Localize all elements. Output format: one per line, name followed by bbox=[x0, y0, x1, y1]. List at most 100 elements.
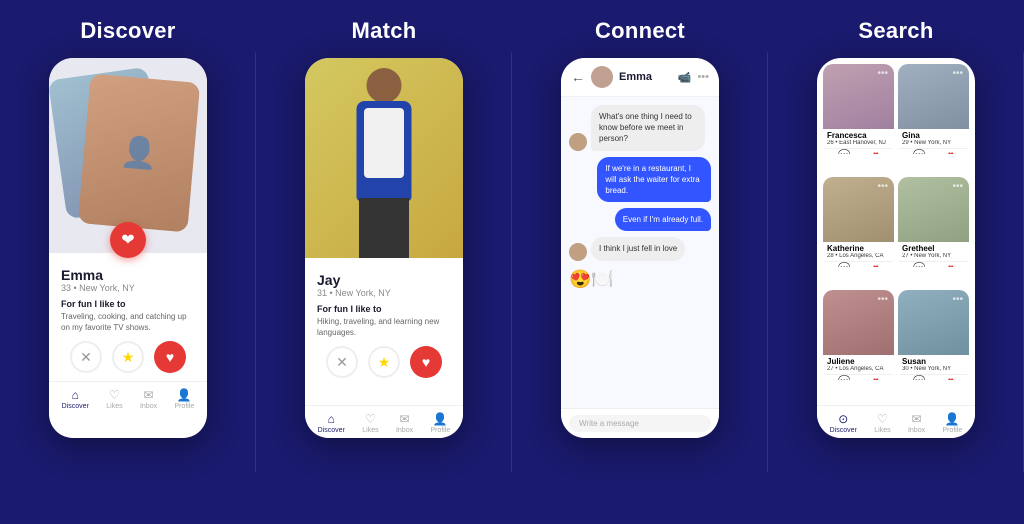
match-nav-discover[interactable]: ⌂ Discover bbox=[318, 412, 345, 434]
card-4-actions: 💬 ♥ bbox=[898, 261, 969, 267]
search-nav-discover[interactable]: ⊙ Discover bbox=[830, 412, 857, 434]
nav-profile[interactable]: 👤 Profile bbox=[174, 388, 194, 410]
card-5-name: Juliene bbox=[827, 357, 890, 366]
message-1: What's one thing I need to know before w… bbox=[591, 105, 705, 151]
match-nav-profile-label: Profile bbox=[430, 427, 450, 434]
profile-meta: 33 • New York, NY bbox=[61, 283, 195, 293]
card-3-heart-icon[interactable]: ♥ bbox=[873, 263, 879, 267]
like-button[interactable]: ♥ bbox=[154, 341, 186, 373]
match-like-button[interactable]: ♥ bbox=[410, 346, 442, 378]
person-shirt bbox=[364, 108, 404, 178]
match-superlike-button[interactable]: ★ bbox=[368, 346, 400, 378]
search-profile-icon: 👤 bbox=[945, 412, 960, 426]
search-nav-profile[interactable]: 👤 Profile bbox=[942, 412, 962, 434]
search-nav-likes-label: Likes bbox=[874, 427, 890, 434]
card-1-actions: 💬 ♥ bbox=[823, 148, 894, 154]
more-icon[interactable]: ••• bbox=[697, 71, 709, 84]
card-1-chat-icon[interactable]: 💬 bbox=[838, 150, 850, 154]
chat-input-field[interactable]: Write a message bbox=[569, 415, 711, 432]
card-4-dots[interactable]: ••• bbox=[952, 181, 963, 192]
nav-inbox-label: Inbox bbox=[140, 403, 157, 410]
inbox-icon: ✉ bbox=[144, 388, 154, 402]
card-5-heart-icon[interactable]: ♥ bbox=[873, 376, 879, 380]
nav-discover[interactable]: ⌂ Discover bbox=[62, 388, 89, 410]
person-figure bbox=[339, 63, 429, 258]
search-card-3: ••• Katherine 28 • Los Angeles, CA 💬 ♥ bbox=[823, 177, 894, 267]
search-card-4: ••• Gretheel 27 • New York, NY 💬 ♥ bbox=[898, 177, 969, 267]
card-4-name: Gretheel bbox=[902, 244, 965, 253]
card-1-meta: 26 • East Hanover, NJ bbox=[827, 140, 890, 146]
superlike-button[interactable]: ★ bbox=[112, 341, 144, 373]
card-3-photo: ••• bbox=[823, 177, 894, 242]
card-5-info: Juliene 27 • Los Angeles, CA bbox=[823, 355, 894, 374]
card-6-info: Susan 30 • New York, NY bbox=[898, 355, 969, 374]
chat-header: ← Emma 📹 ••• bbox=[561, 58, 719, 97]
card-4-meta: 27 • New York, NY bbox=[902, 253, 965, 259]
card-2-meta: 29 • New York, NY bbox=[902, 140, 965, 146]
card-2-heart-icon[interactable]: ♥ bbox=[948, 150, 954, 154]
search-nav-likes[interactable]: ♡ Likes bbox=[874, 412, 890, 434]
card-6-heart-icon[interactable]: ♥ bbox=[948, 376, 954, 380]
card-4-chat-icon[interactable]: 💬 bbox=[913, 263, 925, 267]
chat-avatar bbox=[591, 66, 613, 88]
card-4-photo: ••• bbox=[898, 177, 969, 242]
connect-section: Connect ← Emma 📹 ••• What's one thing I … bbox=[512, 0, 768, 524]
search-inbox-icon: ✉ bbox=[912, 412, 922, 426]
nav-profile-label: Profile bbox=[174, 403, 194, 410]
action-buttons: ✕ ★ ♥ bbox=[61, 341, 195, 373]
match-dislike-button[interactable]: ✕ bbox=[326, 346, 358, 378]
card-2-photo: ••• bbox=[898, 64, 969, 129]
nav-likes[interactable]: ♡ Likes bbox=[106, 388, 122, 410]
profile-icon: 👤 bbox=[177, 388, 192, 402]
match-section: Match Jay 31 • New York, NY For fun I li… bbox=[256, 0, 512, 524]
card-2-info: Gina 29 • New York, NY bbox=[898, 129, 969, 148]
search-card-2: ••• Gina 29 • New York, NY 💬 ♥ bbox=[898, 64, 969, 154]
chat-placeholder: Write a message bbox=[579, 419, 639, 428]
card-1-info: Francesca 26 • East Hanover, NJ bbox=[823, 129, 894, 148]
video-icon[interactable]: 📹 bbox=[678, 71, 692, 84]
match-home-icon: ⌂ bbox=[328, 412, 335, 426]
card-4-heart-icon[interactable]: ♥ bbox=[948, 263, 954, 267]
card-3-name: Katherine bbox=[827, 244, 890, 253]
profile-info: Emma 33 • New York, NY For fun I like to… bbox=[49, 253, 207, 381]
card-6-chat-icon[interactable]: 💬 bbox=[913, 376, 925, 380]
home-icon: ⌂ bbox=[72, 388, 79, 402]
card-5-dots[interactable]: ••• bbox=[877, 294, 888, 305]
bottom-nav: ⌂ Discover ♡ Likes ✉ Inbox 👤 Profile bbox=[49, 381, 207, 414]
match-nav-discover-label: Discover bbox=[318, 427, 345, 434]
card-2-dots[interactable]: ••• bbox=[952, 68, 963, 79]
dislike-button[interactable]: ✕ bbox=[70, 341, 102, 373]
discover-section: Discover 👤 👤 ❤ Emma 33 • New York, NY Fo… bbox=[0, 0, 256, 524]
match-profile-icon: 👤 bbox=[433, 412, 448, 426]
card-1-dots[interactable]: ••• bbox=[877, 68, 888, 79]
search-card-1: ••• Francesca 26 • East Hanover, NJ 💬 ♥ bbox=[823, 64, 894, 154]
card-6-dots[interactable]: ••• bbox=[952, 294, 963, 305]
back-arrow-icon[interactable]: ← bbox=[571, 69, 585, 85]
card-2-chat-icon[interactable]: 💬 bbox=[913, 150, 925, 154]
search-nav-inbox[interactable]: ✉ Inbox bbox=[908, 412, 925, 434]
chat-action-icons: 📹 ••• bbox=[678, 71, 709, 84]
card-4-info: Gretheel 27 • New York, NY bbox=[898, 242, 969, 261]
match-nav-likes[interactable]: ♡ Likes bbox=[362, 412, 378, 434]
card-3-chat-icon[interactable]: 💬 bbox=[838, 263, 850, 267]
card-1-photo: ••• bbox=[823, 64, 894, 129]
search-card-6: ••• Susan 30 • New York, NY 💬 ♥ bbox=[898, 290, 969, 380]
nav-inbox[interactable]: ✉ Inbox bbox=[140, 388, 157, 410]
search-section: Search ••• Francesca 26 • East Hanover, … bbox=[768, 0, 1024, 524]
match-description: Hiking, traveling, and learning new lang… bbox=[317, 316, 451, 338]
heart-button[interactable]: ❤ bbox=[110, 222, 146, 258]
nav-likes-label: Likes bbox=[106, 403, 122, 410]
card-3-dots[interactable]: ••• bbox=[877, 181, 888, 192]
match-nav-profile[interactable]: 👤 Profile bbox=[430, 412, 450, 434]
card-6-photo: ••• bbox=[898, 290, 969, 355]
search-nav-profile-label: Profile bbox=[942, 427, 962, 434]
search-phone: ••• Francesca 26 • East Hanover, NJ 💬 ♥ … bbox=[817, 58, 975, 438]
card-5-chat-icon[interactable]: 💬 bbox=[838, 376, 850, 380]
card-5-photo: ••• bbox=[823, 290, 894, 355]
card-1-heart-icon[interactable]: ♥ bbox=[873, 150, 879, 154]
card-3-actions: 💬 ♥ bbox=[823, 261, 894, 267]
likes-icon: ♡ bbox=[109, 388, 120, 402]
match-nav-inbox[interactable]: ✉ Inbox bbox=[396, 412, 413, 434]
connect-title: Connect bbox=[595, 18, 685, 44]
match-phone: Jay 31 • New York, NY For fun I like to … bbox=[305, 58, 463, 438]
